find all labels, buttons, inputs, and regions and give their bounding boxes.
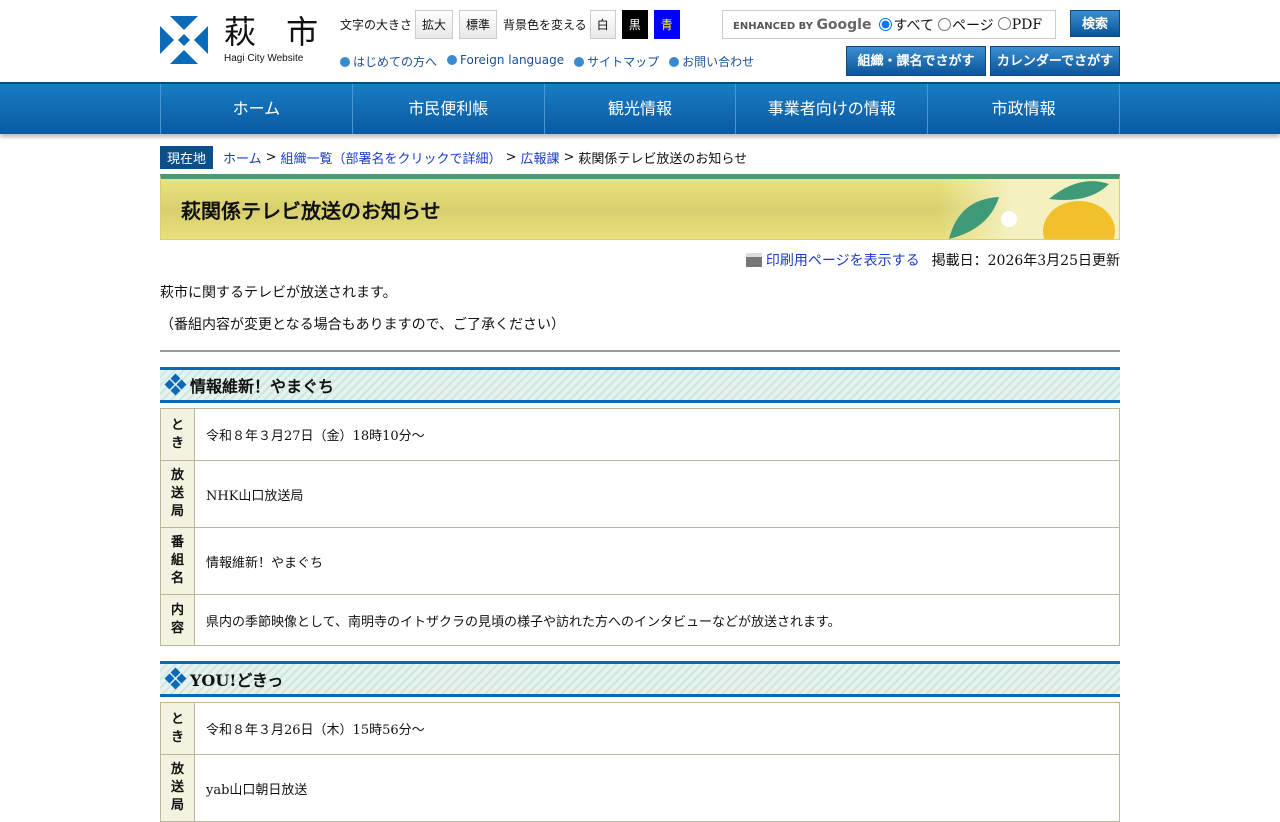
intro-text: 萩市に関するテレビが放送されます。: [160, 285, 397, 301]
google-branding: ENHANCED BY Google: [733, 16, 872, 33]
link-label: はじめての方へ: [353, 55, 438, 69]
separator: >: [505, 150, 517, 165]
row-value: yab山口朝日放送: [194, 754, 1120, 822]
program-title: YOU!どきっ: [190, 671, 284, 690]
row-value: 県内の季節映像として、南明寺のイトザクラの見頃の様子や訪れた方へのインタビューな…: [194, 594, 1120, 646]
breadcrumb-pr-section[interactable]: 広報課: [520, 148, 559, 167]
row-label: とき: [160, 408, 195, 461]
row-value: 令和８年３月27日（金）18時10分～: [194, 408, 1120, 461]
row-value: 情報維新！やまぐち: [194, 527, 1120, 595]
logo-text: 萩 市: [224, 13, 329, 51]
row-label: とき: [160, 702, 195, 755]
link-first-time[interactable]: はじめての方へ: [340, 53, 437, 70]
row-label: 放送局: [160, 460, 195, 528]
calendar-search-button[interactable]: カレンダーでさがす: [990, 46, 1120, 76]
main-nav: ホーム 市民便利帳 観光情報 事業者向けの情報 市政情報: [0, 82, 1280, 134]
search-option-page[interactable]: ページ: [937, 15, 994, 35]
enlarge-button[interactable]: 拡大: [415, 10, 454, 39]
table-row: 放送局 yab山口朝日放送: [160, 754, 1120, 822]
program-heading: 情報維新！やまぐち: [160, 367, 1120, 403]
nav-city-admin[interactable]: 市政情報: [927, 84, 1120, 134]
row-label: 放送局: [160, 754, 195, 822]
separator: >: [265, 150, 277, 165]
row-value: NHK山口放送局: [194, 460, 1120, 528]
breadcrumb-org-list[interactable]: 組織一覧（部署名をクリックで詳細）: [281, 148, 502, 167]
page-title-banner: 萩関係テレビ放送のお知らせ: [160, 174, 1120, 240]
program-title: 情報維新！やまぐち: [190, 377, 335, 396]
printer-icon: [745, 253, 762, 267]
row-label: 番組名: [160, 527, 195, 595]
logo-subtitle: Hagi City Website: [224, 53, 304, 64]
row-label: 内容: [160, 594, 195, 646]
table-row: とき 令和８年３月26日（木）15時56分～: [160, 702, 1120, 755]
bullet-icon: [340, 57, 350, 67]
search-button[interactable]: 検索: [1070, 10, 1120, 37]
page-title: 萩関係テレビ放送のお知らせ: [181, 199, 441, 223]
table-row: 放送局 NHK山口放送局: [160, 460, 1120, 528]
program-heading: YOU!どきっ: [160, 661, 1120, 697]
link-contact[interactable]: お問い合わせ: [669, 53, 754, 70]
link-label: Foreign language: [460, 53, 565, 67]
table-row: 番組名 情報維新！やまぐち: [160, 527, 1120, 595]
divider: [160, 350, 1120, 352]
breadcrumb-home[interactable]: ホーム: [223, 148, 262, 167]
current-location-badge: 現在地: [160, 146, 214, 169]
diamond-icon: [164, 373, 187, 396]
bg-white-button[interactable]: 白: [589, 10, 616, 39]
link-sitemap[interactable]: サイトマップ: [574, 53, 659, 70]
print-page-link[interactable]: 印刷用ページを表示する: [766, 253, 920, 269]
bullet-icon: [574, 57, 585, 67]
program-table: とき 令和８年３月27日（金）18時10分～ 放送局 NHK山口放送局 番組名 情報維新！…: [160, 408, 1120, 646]
nav-home[interactable]: ホーム: [160, 84, 352, 134]
program-table: とき 令和８年３月26日（木）15時56分～ 放送局 yab山口朝日放送: [160, 702, 1120, 822]
search-input[interactable]: ENHANCED BY Google すべて ページ PDF: [722, 10, 1056, 39]
site-logo[interactable]: 萩 市 Hagi City Website: [160, 16, 328, 64]
bg-blue-button[interactable]: 青: [653, 10, 680, 39]
link-foreign-language[interactable]: Foreign language: [447, 53, 564, 70]
breadcrumb: 現在地 ホーム > 組織一覧（部署名をクリックで詳細） > 広報課 > 萩関係テレビ放…: [160, 146, 1120, 169]
bullet-icon: [669, 57, 680, 67]
diamond-icon: [164, 667, 187, 690]
standard-size-button[interactable]: 標準: [459, 10, 498, 39]
link-label: お問い合わせ: [682, 55, 755, 69]
row-value: 令和８年３月26日（木）15時56分～: [194, 702, 1120, 755]
org-search-button[interactable]: 組織・課名でさがす: [846, 46, 986, 76]
logo-mark-icon: [160, 16, 208, 64]
breadcrumb-current: 萩関係テレビ放送のお知らせ: [578, 152, 748, 167]
citrus-decoration-icon: [939, 179, 1119, 239]
separator: >: [563, 150, 575, 165]
nav-business[interactable]: 事業者向けの情報: [735, 84, 927, 134]
search-option-pdf[interactable]: PDF: [997, 16, 1042, 33]
bg-color-label: 背景色を変える: [503, 18, 587, 32]
font-size-label: 文字の大きさ: [340, 18, 413, 32]
nav-citizen-guide[interactable]: 市民便利帳: [351, 84, 544, 134]
publish-date: 掲載日：2026年3月25日更新: [931, 253, 1120, 269]
bullet-icon: [447, 55, 458, 65]
link-label: サイトマップ: [587, 55, 660, 69]
intro-note: （番組内容が変更となる場合もありますので、ご了承ください）: [160, 317, 566, 333]
search-option-all[interactable]: すべて: [879, 15, 934, 35]
table-row: とき 令和８年３月27日（金）18時10分～: [160, 408, 1120, 461]
table-row: 内容 県内の季節映像として、南明寺のイトザクラの見頃の様子や訪れた方へのインタビュ…: [160, 594, 1120, 646]
bg-black-button[interactable]: 黒: [621, 10, 648, 39]
nav-tourism[interactable]: 観光情報: [543, 84, 736, 134]
